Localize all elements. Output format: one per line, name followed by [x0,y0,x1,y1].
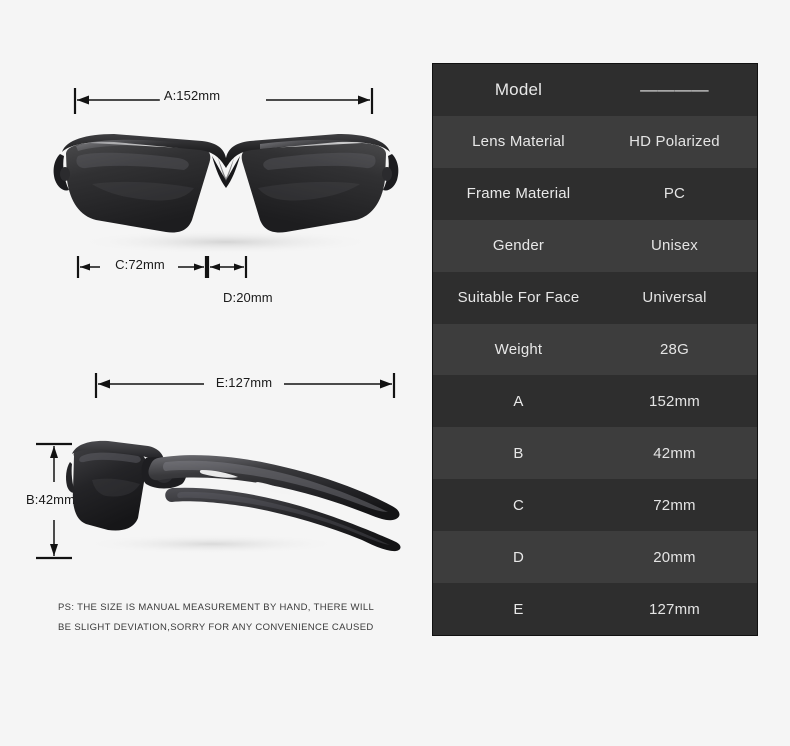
spec-row-c: C 72mm [433,479,757,532]
spec-value-lens-material: HD Polarized [629,133,720,151]
specification-table: Model ———— Lens Material HD Polarized Fr… [432,63,758,636]
measurement-disclaimer: PS: THE SIZE IS MANUAL MEASUREMENT BY HA… [58,598,398,638]
spec-row-d: D 20mm [433,531,757,584]
dimension-label-a: A:152mm [159,88,225,103]
sunglasses-front-view-image [53,134,399,254]
spec-row-suitable-for-face: Suitable For Face Universal [433,271,757,324]
dimension-label-c: C:72mm [111,257,169,272]
spec-row-weight: Weight 28G [433,323,757,376]
spec-row-gender: Gender Unisex [433,219,757,272]
spec-row-e: E 127mm [433,583,757,635]
dimension-label-e: E:127mm [211,375,277,390]
spec-label-weight: Weight [494,340,543,358]
spec-label-lens-material: Lens Material [472,133,565,151]
spec-value-weight: 28G [660,340,689,358]
spec-value-frame-material: PC [663,185,686,203]
product-spec-sheet: A:152mm C:72mm D:20mm E:127mm B:42mm PS:… [0,0,790,746]
spec-value-c: 72mm [653,496,696,514]
dimension-label-d: D:20mm [219,290,277,305]
spec-label-gender: Gender [492,237,545,255]
spec-value-gender: Unisex [650,237,698,255]
spec-row-frame-material: Frame Material PC [433,167,757,220]
spec-label-suitable-for-face: Suitable For Face [457,289,580,307]
spec-value-a: 152mm [648,392,700,410]
sunglasses-side-view-image [66,440,401,554]
dimension-diagram-panel: A:152mm C:72mm D:20mm E:127mm B:42mm PS:… [0,0,420,746]
dimension-line-d [206,256,248,278]
spec-label-e: E [513,600,524,618]
spec-row-model: Model ———— [433,64,757,116]
disclaimer-line-2: BE SLIGHT DEVIATION,SORRY FOR ANY CONVEN… [58,622,374,633]
spec-label-d: D [512,548,524,566]
spec-row-lens-material: Lens Material HD Polarized [433,115,757,168]
spec-row-a: A 152mm [433,375,757,428]
dimension-line-a [73,88,374,114]
spec-label-a: A [513,392,524,410]
spec-value-suitable-for-face: Universal [642,289,707,307]
spec-label-c: C [512,496,524,514]
spec-row-b: B 42mm [433,427,757,480]
spec-label-model: Model [494,79,543,99]
spec-value-model: ———— [640,79,709,99]
spec-value-e: 127mm [648,600,700,618]
spec-label-frame-material: Frame Material [466,185,571,203]
spec-value-b: 42mm [653,444,696,462]
disclaimer-line-1: PS: THE SIZE IS MANUAL MEASUREMENT BY HA… [58,602,375,613]
spec-value-d: 20mm [653,548,696,566]
spec-label-b: B [513,444,524,462]
